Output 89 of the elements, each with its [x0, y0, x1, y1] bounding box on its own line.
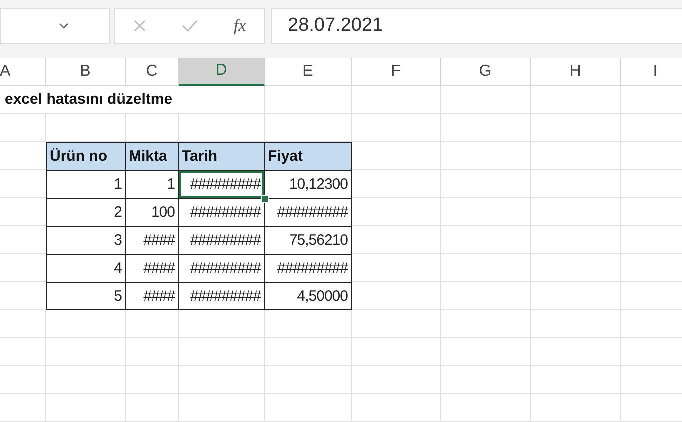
empty-cell[interactable]: [531, 394, 621, 422]
table-cell: ####: [126, 226, 179, 254]
table-cell: 2: [46, 198, 126, 226]
empty-cell[interactable]: [531, 226, 621, 254]
empty-cell[interactable]: [352, 366, 441, 394]
empty-cell[interactable]: [179, 310, 265, 338]
empty-cell[interactable]: [531, 114, 621, 142]
empty-cell[interactable]: [531, 310, 621, 338]
empty-cell[interactable]: [531, 142, 621, 170]
empty-cell[interactable]: [441, 282, 531, 310]
empty-cell[interactable]: [441, 170, 531, 198]
empty-cell[interactable]: [531, 170, 621, 198]
table-cell: ####: [126, 254, 179, 282]
empty-cell[interactable]: [265, 86, 352, 114]
table-cell: #########: [179, 282, 265, 310]
column-header[interactable]: A: [0, 58, 46, 86]
column-header[interactable]: G: [441, 58, 531, 86]
table-cell: #########: [179, 198, 265, 226]
table-cell: #########: [265, 254, 352, 282]
empty-cell[interactable]: [441, 142, 531, 170]
table-cell: ####: [126, 282, 179, 310]
table-cell: 10,12300: [265, 170, 352, 198]
empty-cell[interactable]: [352, 338, 441, 366]
empty-cell[interactable]: [126, 338, 179, 366]
column-header[interactable]: F: [352, 58, 441, 86]
cancel-icon[interactable]: [132, 19, 147, 33]
sheet-title: excel hatasını düzeltme: [0, 86, 265, 114]
table-header-cell: Tarih: [179, 142, 265, 170]
empty-cell[interactable]: [265, 310, 352, 338]
empty-cell[interactable]: [531, 86, 621, 114]
table-header-cell: Ürün no: [46, 142, 126, 170]
table-cell: #########: [179, 226, 265, 254]
empty-cell[interactable]: [441, 366, 531, 394]
empty-cell[interactable]: [126, 366, 179, 394]
table-cell: #########: [179, 254, 265, 282]
empty-cell[interactable]: [531, 366, 621, 394]
table-cell: 1: [126, 170, 179, 198]
empty-cell[interactable]: [531, 198, 621, 226]
empty-cell[interactable]: [265, 394, 352, 422]
table-cell: 5: [46, 282, 126, 310]
empty-cell[interactable]: [46, 366, 126, 394]
empty-cell[interactable]: [179, 394, 265, 422]
empty-cell[interactable]: [531, 254, 621, 282]
empty-cell[interactable]: [126, 394, 179, 422]
empty-cell[interactable]: [0, 394, 46, 422]
empty-cell[interactable]: [0, 366, 46, 394]
empty-cell[interactable]: [441, 114, 531, 142]
empty-cell[interactable]: [0, 338, 46, 366]
fill-handle[interactable]: [261, 195, 269, 203]
empty-cell[interactable]: [352, 310, 441, 338]
check-icon[interactable]: [182, 19, 198, 33]
column-header[interactable]: B: [46, 58, 126, 86]
empty-cell[interactable]: [0, 114, 46, 142]
table-cell: 4: [46, 254, 126, 282]
column-header[interactable]: D: [179, 58, 265, 86]
empty-cell[interactable]: [441, 394, 531, 422]
column-header[interactable]: C: [126, 58, 179, 86]
empty-cell[interactable]: [126, 310, 179, 338]
column-header[interactable]: E: [265, 58, 352, 86]
empty-cell[interactable]: [46, 394, 126, 422]
column-header[interactable]: H: [531, 58, 621, 86]
table-cell: 1: [46, 170, 126, 198]
table-cell: 3: [46, 226, 126, 254]
empty-cell[interactable]: [441, 198, 531, 226]
empty-cell[interactable]: [0, 310, 46, 338]
empty-cell[interactable]: [46, 338, 126, 366]
formula-field[interactable]: 28.07.2021: [271, 8, 682, 44]
table-cell: 4,50000: [265, 282, 352, 310]
empty-cell[interactable]: [352, 394, 441, 422]
empty-cell[interactable]: [352, 86, 441, 114]
empty-cell[interactable]: [441, 86, 531, 114]
empty-cell[interactable]: [441, 338, 531, 366]
table-header-cell: Fiyat: [265, 142, 352, 170]
table-header-cell: Mikta: [126, 142, 179, 170]
empty-cell[interactable]: [46, 310, 126, 338]
empty-cell[interactable]: [441, 254, 531, 282]
table-cell: 100: [126, 198, 179, 226]
empty-cell[interactable]: [531, 282, 621, 310]
empty-cell[interactable]: [265, 366, 352, 394]
empty-cell[interactable]: [179, 366, 265, 394]
empty-cell[interactable]: [441, 226, 531, 254]
empty-cell[interactable]: [441, 310, 531, 338]
dropdown-icon[interactable]: [59, 23, 69, 29]
empty-cell[interactable]: [352, 114, 441, 142]
insert-function-button[interactable]: fx: [234, 16, 246, 36]
table-cell: 75,56210: [265, 226, 352, 254]
empty-cell[interactable]: [531, 338, 621, 366]
empty-cell[interactable]: [179, 338, 265, 366]
empty-cell[interactable]: [265, 338, 352, 366]
